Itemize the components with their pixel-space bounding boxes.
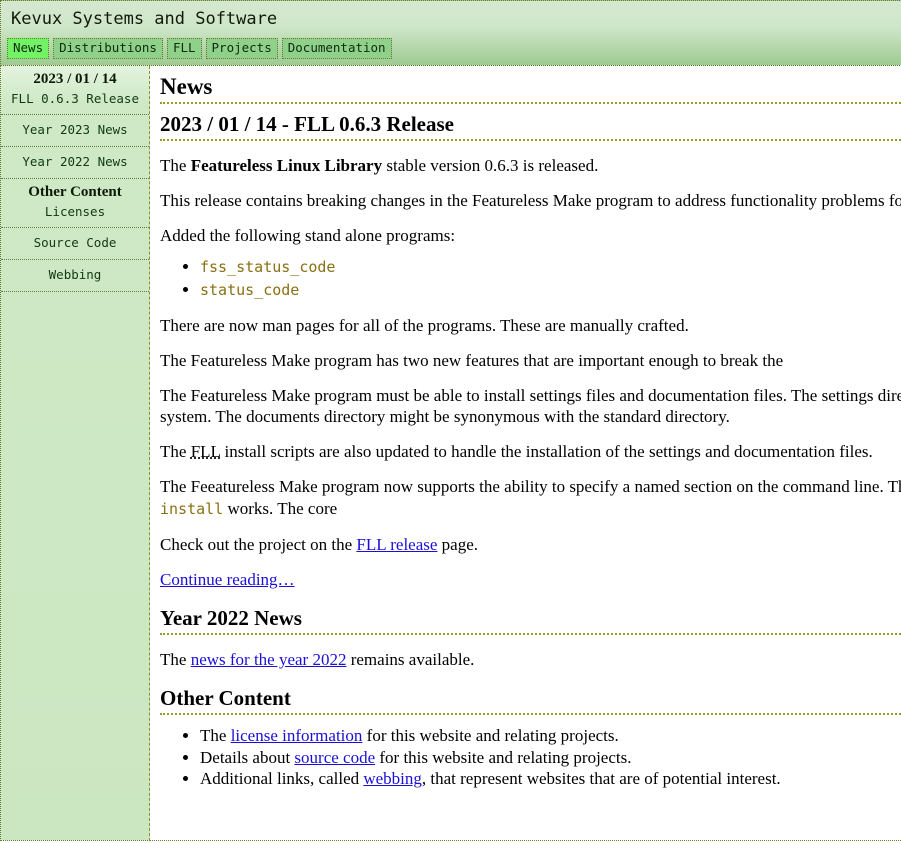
license-item-post: for this website and relating projects. — [362, 726, 619, 745]
article-paragraph-install-scripts: The FLL install scripts are also updated… — [160, 441, 901, 462]
article-heading: 2023 / 01 / 14 - FLL 0.6.3 Release — [160, 112, 901, 141]
intro-text-post: stable version 0.6.3 is released. — [382, 156, 599, 175]
source-code-link[interactable]: source code — [294, 748, 375, 767]
site-title: Kevux Systems and Software — [11, 9, 278, 29]
webbing-item-pre: Additional links, called — [200, 769, 364, 788]
check-project-pre: Check out the project on the — [160, 535, 357, 554]
webbing-item-post: , that represent websites that are of po… — [421, 769, 781, 788]
continue-reading-paragraph: Continue reading… — [160, 569, 901, 590]
license-information-link[interactable]: license information — [231, 726, 363, 745]
sidebar-item-fll-release[interactable]: FLL 0.6.3 Release — [5, 89, 145, 109]
fll-abbreviation: FLL — [190, 442, 221, 461]
sidebar-group-release: 2023 / 01 / 14 FLL 0.6.3 Release — [1, 66, 149, 115]
year-2022-heading: Year 2022 News — [160, 606, 901, 635]
article-paragraph-breaking-changes: This release contains breaking changes i… — [160, 191, 901, 210]
sidebar-group-year-2022: Year 2022 News — [1, 147, 149, 179]
article-paragraph-man-pages: There are now man pages for all of the p… — [160, 316, 689, 335]
article-paragraph-intro: The Featureless Linux Library stable ver… — [160, 155, 901, 176]
check-project-post: page. — [437, 535, 479, 554]
sidebar-heading-other-content: Other Content — [28, 184, 122, 200]
article-paragraph-named-section: The Feeatureless Make program now suppor… — [160, 476, 901, 520]
other-content-list: The license information for this website… — [160, 725, 901, 790]
nav-item-news[interactable]: News — [7, 38, 50, 59]
news-2022-link[interactable]: news for the year 2022 — [191, 650, 347, 669]
article-paragraph-two-features: The Featureless Make program has two new… — [160, 351, 784, 370]
content-columns: 2023 / 01 / 14 FLL 0.6.3 Release Year 20… — [0, 66, 901, 841]
article-paragraph-settings-files: The Featureless Make program must be abl… — [160, 386, 901, 426]
list-item: status_code — [200, 279, 901, 302]
sidebar-group-other-content: Other Content Licenses — [1, 179, 149, 228]
sidebar-item-licenses[interactable]: Licenses — [5, 202, 145, 222]
program-list: fss_status_code status_code — [160, 256, 901, 301]
year-2022-pre: The — [160, 650, 191, 669]
year-2022-paragraph: The news for the year 2022 remains avail… — [160, 649, 901, 670]
site-header: Kevux Systems and Software News Distribu… — [0, 0, 901, 66]
page-title: News — [160, 74, 901, 104]
list-item: fss_status_code — [200, 256, 901, 279]
list-item: Details about source code for this websi… — [200, 747, 901, 769]
intro-text-pre: The — [160, 156, 191, 175]
sidebar-item-webbing[interactable]: Webbing — [5, 265, 145, 285]
sidebar-group-year-2023: Year 2023 News — [1, 115, 149, 147]
named-section-text-a: The Feeatureless Make program now suppor… — [160, 477, 901, 496]
list-item: The license information for this website… — [200, 725, 901, 747]
page-root: Kevux Systems and Software News Distribu… — [0, 0, 901, 841]
other-content-heading: Other Content — [160, 686, 901, 715]
fll-release-link[interactable]: FLL release — [356, 535, 437, 554]
intro-bold-term: Featureless Linux Library — [190, 156, 383, 175]
sidebar-item-source-code[interactable]: Source Code — [5, 233, 145, 253]
program-name-status-code: status_code — [200, 280, 300, 299]
license-item-pre: The — [200, 726, 231, 745]
year-2022-post: remains available. — [346, 650, 475, 669]
nav-item-projects[interactable]: Projects — [205, 38, 278, 59]
sidebar-item-year-2023-news[interactable]: Year 2023 News — [5, 120, 145, 140]
nav-item-fll[interactable]: FLL — [166, 38, 202, 59]
source-item-post: for this website and relating projects. — [375, 747, 632, 767]
sidebar: 2023 / 01 / 14 FLL 0.6.3 Release Year 20… — [0, 66, 150, 841]
nav-item-distributions[interactable]: Distributions — [53, 38, 163, 59]
article-paragraph-added-programs: Added the following stand alone programs… — [160, 226, 456, 245]
list-item: Additional links, called webbing, that r… — [200, 768, 901, 790]
install-scripts-post: install scripts are also updated to hand… — [220, 442, 873, 461]
install-scripts-pre: The — [160, 442, 191, 461]
article-paragraph-check-project: Check out the project on the FLL release… — [160, 534, 901, 555]
nav-item-documentation[interactable]: Documentation — [281, 38, 392, 59]
sidebar-group-source-code: Source Code — [1, 228, 149, 260]
webbing-link[interactable]: webbing — [363, 769, 422, 788]
continue-reading-link[interactable]: Continue reading… — [160, 570, 295, 589]
sidebar-group-webbing: Webbing — [1, 260, 149, 292]
sidebar-item-year-2022-news[interactable]: Year 2022 News — [5, 152, 145, 172]
sidebar-heading-date: 2023 / 01 / 14 — [33, 71, 117, 87]
program-name-fss-status-code: fss_status_code — [200, 258, 336, 276]
main-content: News 2023 / 01 / 14 - FLL 0.6.3 Release … — [150, 66, 901, 841]
source-item-pre: Details about — [200, 747, 295, 767]
main-navigation: News Distributions FLL Projects Document… — [1, 38, 901, 65]
named-section-text-c: works. The core — [223, 499, 338, 518]
